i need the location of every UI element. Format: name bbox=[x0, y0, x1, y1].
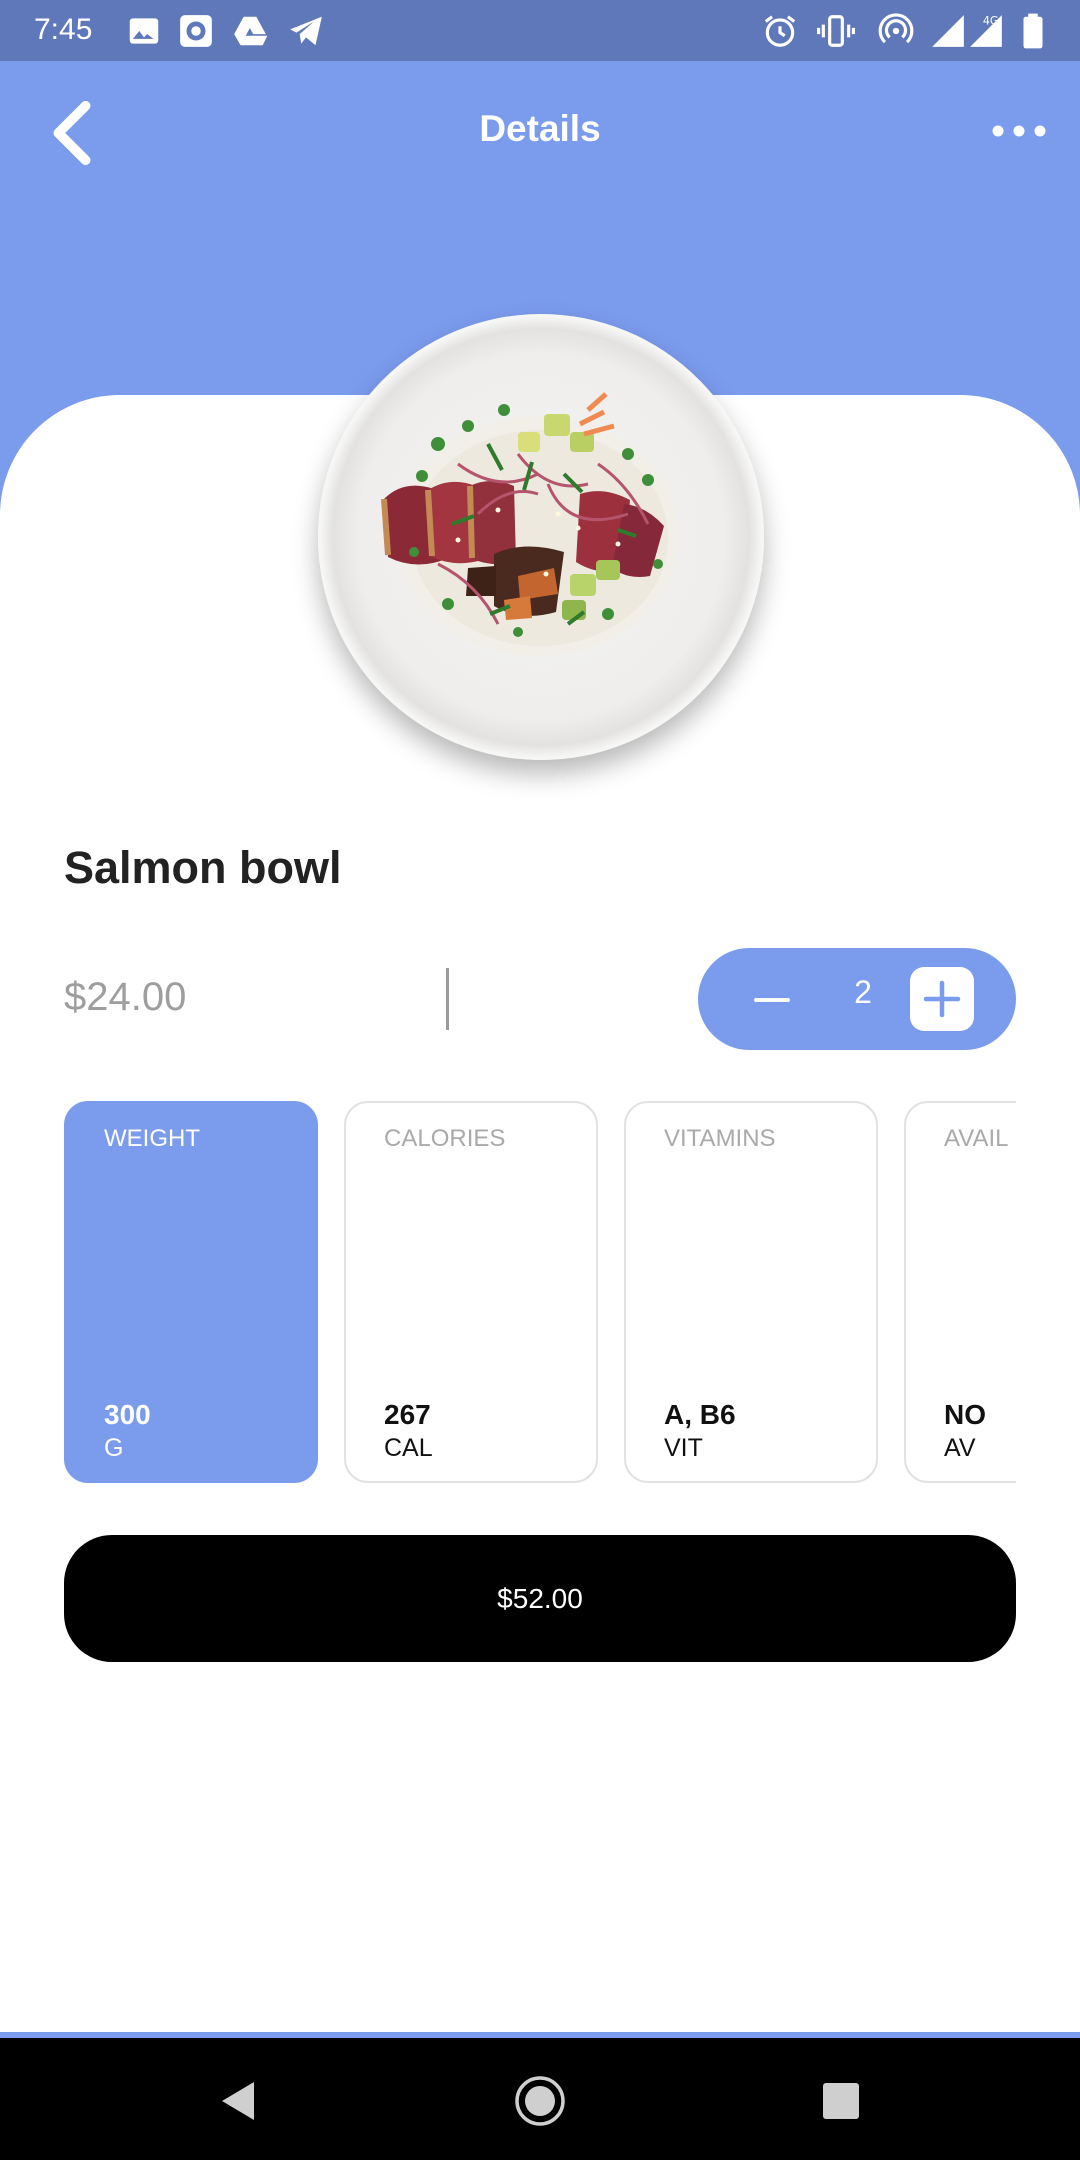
signal-icon bbox=[928, 12, 968, 50]
stat-value: 267 bbox=[384, 1399, 431, 1430]
system-navigation-bar bbox=[0, 2038, 1080, 2160]
more-options-button[interactable] bbox=[990, 116, 1048, 146]
stat-label: AVAIL bbox=[944, 1125, 1009, 1152]
status-time: 7:45 bbox=[34, 13, 93, 46]
nutrition-cards: WEIGHT 300 G CALORIES 267 CAL VITAMINS A… bbox=[64, 1101, 1016, 1483]
minus-icon bbox=[754, 998, 790, 1002]
stat-unit: AV bbox=[944, 1434, 976, 1462]
stat-card-weight[interactable]: WEIGHT 300 G bbox=[64, 1101, 318, 1483]
stat-unit: CAL bbox=[384, 1434, 433, 1462]
stat-card-vitamins[interactable]: VITAMINS A, B6 VIT bbox=[624, 1101, 878, 1483]
price-divider bbox=[446, 968, 449, 1030]
status-bar: 7:45 4G bbox=[0, 0, 1080, 61]
hotspot-icon bbox=[876, 12, 916, 50]
circle-home-icon bbox=[515, 2076, 565, 2126]
drive-icon bbox=[230, 12, 270, 50]
stat-unit: G bbox=[104, 1434, 124, 1462]
vibrate-icon bbox=[816, 12, 856, 50]
dish-image bbox=[318, 314, 764, 760]
dish-name: Salmon bowl bbox=[64, 842, 342, 893]
signal-4g-icon: 4G bbox=[966, 12, 1006, 50]
stat-label: CALORIES bbox=[384, 1125, 506, 1152]
stat-value: NO bbox=[944, 1399, 986, 1430]
nav-back-button[interactable] bbox=[216, 2078, 258, 2124]
quantity-value: 2 bbox=[854, 974, 872, 1010]
svg-text:4G: 4G bbox=[983, 15, 999, 28]
nav-recents-button[interactable] bbox=[822, 2082, 860, 2120]
stat-value: A, B6 bbox=[664, 1399, 736, 1430]
stat-value: 300 bbox=[104, 1399, 151, 1430]
page-title: Details bbox=[479, 108, 601, 149]
quantity-stepper: 2 bbox=[698, 948, 1016, 1050]
details-screen: 7:45 4G Details Salmon bowl $24.00 2 WEI… bbox=[0, 0, 1080, 2160]
stat-label: WEIGHT bbox=[104, 1125, 200, 1152]
checkout-total-button[interactable]: $52.00 bbox=[64, 1535, 1016, 1662]
more-horizontal-icon bbox=[992, 125, 1046, 137]
telegram-icon bbox=[286, 12, 326, 50]
alarm-icon bbox=[760, 12, 800, 50]
decrease-quantity-button[interactable] bbox=[752, 980, 792, 1020]
stat-label: VITAMINS bbox=[664, 1125, 776, 1152]
plus-icon bbox=[923, 980, 961, 1018]
triangle-back-icon bbox=[222, 2082, 254, 2120]
stat-card-availability[interactable]: AVAIL NO AV bbox=[904, 1101, 1016, 1483]
square-recents-icon bbox=[823, 2083, 859, 2119]
image-icon bbox=[124, 12, 164, 50]
nav-home-button[interactable] bbox=[513, 2074, 567, 2128]
stat-card-calories[interactable]: CALORIES 267 CAL bbox=[344, 1101, 598, 1483]
target-icon bbox=[176, 12, 216, 50]
battery-icon bbox=[1016, 12, 1050, 50]
unit-price: $24.00 bbox=[64, 975, 187, 1019]
increase-quantity-button[interactable] bbox=[910, 967, 974, 1031]
stat-unit: VIT bbox=[664, 1434, 703, 1462]
